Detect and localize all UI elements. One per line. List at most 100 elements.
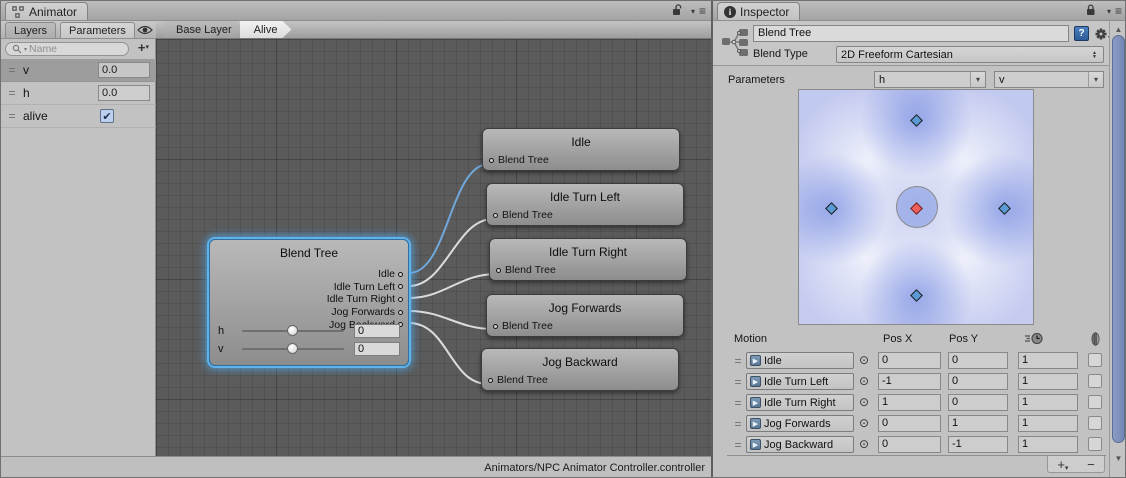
speed-field[interactable]: 1 [1018, 415, 1078, 432]
parameter-x-dropdown[interactable]: h ▾ [874, 71, 986, 88]
inspector-scrollbar[interactable]: ▲ ▼ [1109, 21, 1126, 478]
motion-object-field[interactable]: ▶Jog Forwards [746, 415, 854, 432]
parameter-name: h [23, 86, 98, 100]
object-picker-icon[interactable]: ⊙ [859, 395, 869, 409]
parameters-sidebar: ▾ Name +▾ = v 0.0 = h 0.0 = alive ✔ [1, 39, 156, 456]
pos-x-field[interactable]: -1 [878, 373, 941, 390]
inspector-lock-icon[interactable] [1086, 4, 1097, 17]
animator-lock-icon[interactable] [672, 4, 683, 17]
slider-track[interactable] [242, 330, 344, 332]
eye-icon[interactable] [137, 24, 153, 36]
pos-x-field[interactable]: 1 [878, 394, 941, 411]
object-picker-icon[interactable]: ⊙ [859, 374, 869, 388]
pos-y-field[interactable]: -1 [948, 436, 1008, 453]
state-node-idle-turn-right[interactable]: Idle Turn Right Blend Tree [489, 238, 687, 281]
tab-parameters[interactable]: Parameters [60, 22, 135, 38]
state-node-idle[interactable]: Idle Blend Tree [482, 128, 680, 171]
blend-tree-name-field[interactable]: Blend Tree [753, 25, 1069, 42]
drag-handle-icon[interactable]: = [732, 417, 744, 431]
parameter-y-dropdown[interactable]: v ▾ [994, 71, 1104, 88]
motion-diamond-jog-backward[interactable] [910, 289, 923, 302]
speed-field[interactable]: 1 [1018, 373, 1078, 390]
pos-x-field[interactable]: 0 [878, 415, 941, 432]
drag-handle-icon[interactable]: = [6, 63, 18, 77]
motion-object-field[interactable]: ▶Idle Turn Left [746, 373, 854, 390]
slider-knob[interactable] [287, 343, 298, 354]
breadcrumb-base-layer[interactable]: Base Layer [164, 21, 246, 38]
input-port-icon[interactable] [488, 378, 493, 383]
parameter-row-v[interactable]: = v 0.0 [1, 59, 156, 82]
remove-motion-button[interactable]: − [1087, 457, 1095, 472]
input-port-icon[interactable] [489, 158, 494, 163]
mirror-checkbox[interactable] [1088, 395, 1102, 409]
state-node-jog-backward[interactable]: Jog Backward Blend Tree [481, 348, 679, 391]
pos-x-field[interactable]: 0 [878, 436, 941, 453]
parameter-checkbox[interactable]: ✔ [100, 109, 114, 123]
blend-tree-node[interactable]: Blend Tree Idle Idle Turn Left Idle Turn… [209, 239, 409, 366]
scroll-down-icon[interactable]: ▼ [1110, 454, 1126, 463]
drag-handle-icon[interactable]: = [6, 86, 18, 100]
motion-row-idle-turn-right: = ▶Idle Turn Right ⊙ 1 0 1 [713, 393, 1109, 414]
pos-y-field[interactable]: 0 [948, 373, 1008, 390]
pos-y-field[interactable]: 0 [948, 352, 1008, 369]
state-node-jog-forwards[interactable]: Jog Forwards Blend Tree [486, 294, 684, 337]
object-picker-icon[interactable]: ⊙ [859, 353, 869, 367]
parameter-value-field[interactable]: 0.0 [98, 62, 150, 78]
speed-field[interactable]: 1 [1018, 436, 1078, 453]
drag-handle-icon[interactable]: = [6, 109, 18, 123]
slider-track[interactable] [242, 348, 344, 350]
add-motion-button[interactable]: +▾ [1057, 457, 1068, 472]
tab-inspector[interactable]: i Inspector [717, 2, 800, 20]
parameter-row-alive[interactable]: = alive ✔ [1, 105, 156, 128]
input-port-icon[interactable] [493, 213, 498, 218]
output-port-icon[interactable] [398, 297, 403, 302]
input-port-icon[interactable] [496, 268, 501, 273]
object-picker-icon[interactable]: ⊙ [859, 437, 869, 451]
tab-animator[interactable]: Animator [5, 2, 88, 20]
slider-value-field[interactable]: 0 [354, 342, 400, 356]
state-node-idle-turn-left[interactable]: Idle Turn Left Blend Tree [486, 183, 684, 226]
motion-diamond-jog-forwards[interactable] [910, 114, 923, 127]
mirror-checkbox[interactable] [1088, 374, 1102, 388]
blend-type-dropdown[interactable]: 2D Freeform Cartesian ▲▼ [836, 46, 1104, 63]
inspector-menu-icon[interactable]: ▾≡ [1107, 4, 1121, 18]
help-icon[interactable]: ? [1074, 26, 1089, 41]
tab-layers[interactable]: Layers [5, 22, 56, 38]
motion-diamond-idle-turn-right[interactable] [998, 202, 1011, 215]
pos-y-field[interactable]: 0 [948, 394, 1008, 411]
breadcrumb-alive[interactable]: Alive [240, 21, 292, 38]
blend-tree-asset-icon [721, 27, 749, 57]
scroll-up-icon[interactable]: ▲ [1110, 25, 1126, 34]
pos-y-field[interactable]: 1 [948, 415, 1008, 432]
object-picker-icon[interactable]: ⊙ [859, 416, 869, 430]
output-port-icon[interactable] [398, 284, 403, 289]
drag-handle-icon[interactable]: = [732, 375, 744, 389]
slider-value-field[interactable]: 0 [354, 324, 400, 338]
pos-x-field[interactable]: 0 [878, 352, 941, 369]
speed-field[interactable]: 1 [1018, 352, 1078, 369]
parameter-value-field[interactable]: 0.0 [98, 85, 150, 101]
output-port-icon[interactable] [398, 272, 403, 277]
input-port-icon[interactable] [493, 324, 498, 329]
parameter-row-h[interactable]: = h 0.0 [1, 82, 156, 105]
mirror-checkbox[interactable] [1088, 416, 1102, 430]
speed-field[interactable]: 1 [1018, 394, 1078, 411]
search-input[interactable]: ▾ Name [5, 42, 129, 56]
slider-knob[interactable] [287, 325, 298, 336]
mirror-checkbox[interactable] [1088, 437, 1102, 451]
motion-object-field[interactable]: ▶Jog Backward [746, 436, 854, 453]
add-parameter-button[interactable]: +▾ [138, 41, 149, 55]
drag-handle-icon[interactable]: = [732, 354, 744, 368]
scrollbar-thumb[interactable] [1112, 35, 1125, 443]
drag-handle-icon[interactable]: = [732, 396, 744, 410]
animator-menu-icon[interactable]: ▾≡ [691, 4, 705, 18]
motion-object-field[interactable]: ▶Idle Turn Right [746, 394, 854, 411]
motion-object-field[interactable]: ▶Idle [746, 352, 854, 369]
drag-handle-icon[interactable]: = [732, 438, 744, 452]
mirror-checkbox[interactable] [1088, 353, 1102, 367]
state-machine-graph[interactable]: Blend Tree Idle Idle Turn Left Idle Turn… [156, 39, 711, 456]
motion-diamond-idle-turn-left[interactable] [825, 202, 838, 215]
blend-space-2d[interactable] [798, 89, 1034, 325]
output-port-icon[interactable] [398, 310, 403, 315]
header-motion: Motion [734, 333, 767, 345]
